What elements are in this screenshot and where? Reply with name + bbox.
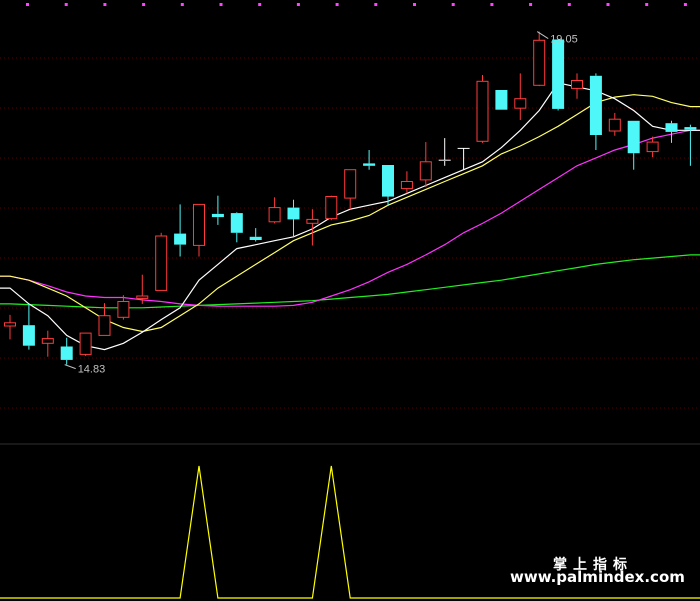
candle xyxy=(79,332,92,356)
candle xyxy=(589,73,602,150)
candle xyxy=(608,112,621,136)
candle-body xyxy=(476,80,489,142)
candle-body xyxy=(495,90,508,110)
candle-body xyxy=(533,39,546,86)
candle-body xyxy=(136,295,149,299)
candle xyxy=(627,120,640,170)
candle xyxy=(41,330,54,357)
candle xyxy=(249,228,262,242)
candle xyxy=(287,199,300,237)
candle-body xyxy=(287,207,300,220)
candle xyxy=(533,31,546,87)
candle-body xyxy=(589,75,602,135)
candle-body xyxy=(306,218,319,224)
top-marker xyxy=(374,3,378,6)
candle-body xyxy=(514,98,527,109)
candle xyxy=(325,195,338,221)
candle-body xyxy=(325,196,338,220)
candle xyxy=(514,73,527,120)
candle xyxy=(193,203,205,257)
top-marker xyxy=(335,3,339,6)
candle xyxy=(174,204,187,257)
top-marker xyxy=(645,3,649,6)
top-marker xyxy=(180,3,184,6)
candle xyxy=(665,120,678,143)
price-annotation: 14.83 xyxy=(64,364,106,376)
price-annotations: 19.05 14.83 xyxy=(64,31,578,376)
candle xyxy=(438,138,451,166)
ma-long-line xyxy=(0,129,700,307)
top-marker xyxy=(529,3,533,6)
candle xyxy=(344,169,357,210)
top-marker xyxy=(26,3,29,6)
top-marker xyxy=(413,3,416,6)
candle xyxy=(230,212,243,243)
top-marker xyxy=(64,3,68,6)
candle xyxy=(419,142,432,188)
top-marker xyxy=(606,3,610,6)
candle-body xyxy=(400,181,413,190)
candlesticks xyxy=(4,31,697,365)
candle xyxy=(306,209,319,246)
candle-body xyxy=(193,203,205,246)
candle xyxy=(552,39,565,111)
candle xyxy=(155,232,168,291)
candle-body xyxy=(363,163,376,166)
candle-body xyxy=(646,141,659,153)
candle xyxy=(22,303,35,350)
ma-longest-line xyxy=(0,254,700,309)
candle xyxy=(268,197,281,224)
candle-body xyxy=(382,165,394,197)
candle-body xyxy=(571,80,583,89)
top-marker xyxy=(490,3,494,6)
candle-body xyxy=(419,161,432,181)
candle-body xyxy=(79,332,92,355)
candle xyxy=(60,337,73,365)
candle xyxy=(457,147,470,170)
candle-body xyxy=(684,127,697,130)
top-marker xyxy=(567,3,571,6)
candle xyxy=(211,195,224,225)
candle-body xyxy=(211,213,224,218)
candle xyxy=(571,73,583,99)
candle-body xyxy=(117,301,130,318)
candle-body xyxy=(41,338,54,344)
candle xyxy=(117,295,130,320)
candle-body xyxy=(4,322,16,327)
top-marker xyxy=(219,3,223,6)
top-marker xyxy=(142,3,146,6)
candle-body xyxy=(98,315,111,336)
candle-body xyxy=(627,120,640,154)
stock-chart: 19.05 14.83 xyxy=(0,3,700,599)
candle-body xyxy=(344,169,357,199)
candle-body xyxy=(174,233,187,245)
candle xyxy=(495,90,508,110)
top-marker xyxy=(683,3,687,6)
top-marker xyxy=(103,3,107,6)
watermark-url: www.palmindex.com xyxy=(510,568,685,586)
candle-body xyxy=(249,236,262,240)
candle-body xyxy=(608,118,621,132)
candle xyxy=(400,171,413,194)
top-markers xyxy=(26,3,687,6)
annotation-label: 19.05 xyxy=(550,34,578,46)
candle-body xyxy=(22,325,35,346)
candle xyxy=(363,150,376,170)
annotation-label: 14.83 xyxy=(78,364,106,376)
candle-body xyxy=(268,207,281,223)
candle-body xyxy=(230,213,243,233)
top-marker xyxy=(451,3,455,6)
top-marker xyxy=(258,3,262,6)
candle xyxy=(476,75,489,143)
candle xyxy=(4,314,16,340)
annotation-arrow xyxy=(64,364,76,370)
candle-body xyxy=(155,235,168,291)
candle-body xyxy=(60,346,73,360)
candle-body xyxy=(552,39,565,109)
candle-body xyxy=(665,123,678,132)
top-marker xyxy=(296,3,300,6)
